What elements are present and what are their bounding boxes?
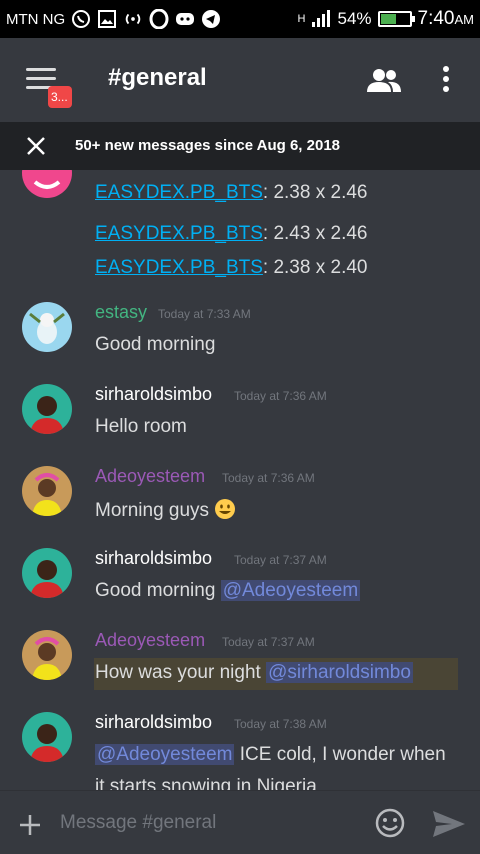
smile-emoji-icon [214,498,236,526]
author-name[interactable]: Adeoyesteem [95,466,205,487]
emoji-icon [375,808,405,838]
avatar[interactable] [22,170,72,198]
message-list[interactable]: EASYDEX.PB_BTS: 2.38 x 2.46 EASYDEX.PB_B… [0,170,480,790]
hamburger-icon [26,68,56,71]
battery-percent: 54% [337,9,372,28]
message-text: How was your night @sirharoldsimbo [95,662,413,683]
image-icon [97,9,117,29]
members-icon [367,69,401,92]
avatar[interactable] [22,466,72,516]
timestamp: Today at 7:37 AM [234,553,327,567]
whatsapp-icon [71,9,91,29]
message-text: EASYDEX.PB_BTS: 2.38 x 2.40 [95,257,368,278]
author-name[interactable]: estasy [95,302,147,323]
send-icon [433,811,465,837]
message-text: Hello room [95,416,187,437]
opera-icon [149,9,169,29]
signal-icon [311,9,331,29]
user-mention[interactable]: @Adeoyesteem [220,580,361,601]
message-text: EASYDEX.PB_BTS: 2.38 x 2.46 [95,182,368,203]
status-bar: MTN NG H 54% 7:40AM [0,0,480,38]
timestamp: Today at 7:38 AM [234,717,327,731]
timestamp: Today at 7:36 AM [234,389,327,403]
author-name[interactable]: sirharoldsimbo [95,548,212,569]
message-input[interactable] [60,807,350,839]
timestamp: Today at 7:36 AM [222,471,315,485]
telegram-icon [201,9,221,29]
avatar[interactable] [22,630,72,680]
timestamp: Today at 7:37 AM [222,635,315,649]
close-icon [27,137,45,155]
channel-header: 3... #general [0,38,480,122]
timestamp: Today at 7:33 AM [158,307,251,321]
plus-icon [20,815,40,835]
message-text: Good morning [95,334,216,355]
hotspot-icon [123,9,143,29]
avatar[interactable] [22,548,72,598]
ticker-link[interactable]: EASYDEX.PB_BTS [95,182,263,203]
channel-title: #general [108,64,207,91]
user-mention[interactable]: @Adeoyesteem [95,744,235,765]
close-button[interactable] [26,136,46,156]
avatar[interactable] [22,712,72,762]
ticker-link[interactable]: EASYDEX.PB_BTS [95,223,263,244]
new-messages-text: 50+ new messages since Aug 6, 2018 [75,137,341,154]
message-composer [0,790,480,854]
discord-icon [175,9,195,29]
message-text: Good morning @Adeoyesteem [95,580,361,601]
clock: 7:40AM [417,8,474,29]
more-vertical-icon [443,66,449,92]
carrier-label: MTN NG [6,10,66,28]
avatar[interactable] [22,384,72,434]
author-name[interactable]: sirharoldsimbo [95,384,212,405]
more-options-button[interactable] [436,64,456,94]
message-text: Morning guys [95,498,236,526]
members-button[interactable] [366,66,402,94]
ticker-link[interactable]: EASYDEX.PB_BTS [95,257,263,278]
author-name[interactable]: sirharoldsimbo [95,712,212,733]
network-type: H [297,13,306,25]
author-name[interactable]: Adeoyesteem [95,630,205,651]
mention-badge: 3... [48,86,72,108]
message-text: EASYDEX.PB_BTS: 2.43 x 2.46 [95,223,368,244]
new-messages-bar[interactable]: 50+ new messages since Aug 6, 2018 [0,122,480,170]
battery-icon [377,11,415,27]
hamburger-icon-bar [26,77,56,80]
message-text: @Adeoyesteem ICE cold, I wonder when [95,744,446,765]
message-text: it starts snowing in Nigeria [95,776,317,790]
send-button[interactable] [432,809,466,839]
avatar[interactable] [22,302,72,352]
user-mention[interactable]: @sirharoldsimbo [266,662,413,683]
emoji-button[interactable] [374,807,406,839]
add-attachment-button[interactable] [18,813,42,837]
